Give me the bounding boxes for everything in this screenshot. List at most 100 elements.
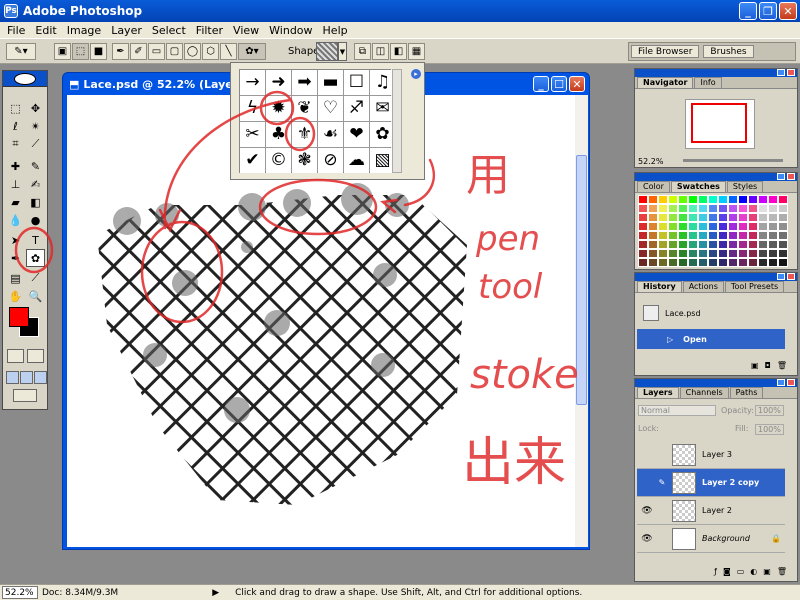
navigator-zoom-slider[interactable] — [683, 159, 783, 162]
color-swatch[interactable] — [768, 240, 778, 249]
tab-layers[interactable]: Layers — [637, 387, 679, 398]
color-swatch[interactable] — [728, 213, 738, 222]
shape-option[interactable]: ➜ — [266, 70, 291, 95]
color-swatch[interactable] — [638, 204, 648, 213]
color-swatch[interactable] — [678, 231, 688, 240]
color-swatch[interactable] — [718, 222, 728, 231]
history-minimize-button[interactable] — [777, 273, 785, 280]
zoom-field[interactable]: 52.2% — [2, 586, 38, 599]
line-tool-button[interactable]: ╲ — [220, 43, 237, 60]
layer-row[interactable]: ✎ Layer 2 copy — [637, 469, 785, 497]
color-swatch[interactable] — [738, 222, 748, 231]
status-menu-arrow-icon[interactable]: ▶ — [212, 588, 219, 598]
tab-channels[interactable]: Channels — [679, 387, 729, 398]
color-swatch[interactable] — [678, 204, 688, 213]
color-swatch[interactable] — [768, 249, 778, 258]
color-swatch[interactable] — [648, 231, 658, 240]
color-swatch[interactable] — [658, 204, 668, 213]
minimize-button[interactable]: _ — [739, 2, 757, 20]
custom-shape-tool-icon[interactable]: ✿ — [26, 249, 45, 267]
new-snapshot-icon[interactable]: ◘ — [765, 361, 771, 373]
color-swatch[interactable] — [708, 258, 718, 267]
shape-option[interactable]: ♣ — [266, 122, 291, 147]
color-swatch[interactable] — [768, 213, 778, 222]
menu-file[interactable]: File — [2, 24, 30, 37]
eraser-tool-icon[interactable]: ▰ — [6, 193, 25, 211]
layer-row[interactable]: 👁 Background 🔒 — [637, 525, 785, 553]
color-swatch[interactable] — [708, 195, 718, 204]
color-swatch[interactable] — [678, 213, 688, 222]
color-swatch[interactable] — [728, 222, 738, 231]
menu-edit[interactable]: Edit — [30, 24, 61, 37]
lasso-tool-icon[interactable]: ℓ — [6, 117, 25, 135]
layers-close-button[interactable] — [787, 379, 795, 386]
shape-option[interactable]: ✔ — [240, 148, 265, 173]
color-swatch[interactable] — [778, 240, 788, 249]
navigator-close-button[interactable] — [787, 69, 795, 76]
color-swatch[interactable] — [648, 222, 658, 231]
shape-option[interactable]: ☙ — [318, 122, 343, 147]
history-close-button[interactable] — [787, 273, 795, 280]
tab-paths[interactable]: Paths — [729, 387, 764, 398]
file-browser-tab[interactable]: File Browser — [631, 45, 700, 58]
menu-help[interactable]: Help — [318, 24, 353, 37]
color-swatch[interactable] — [638, 213, 648, 222]
menu-image[interactable]: Image — [62, 24, 106, 37]
tab-tool-presets[interactable]: Tool Presets — [724, 281, 785, 292]
layer-row[interactable]: Layer 3 — [637, 441, 785, 469]
color-swatch[interactable] — [758, 258, 768, 267]
history-snapshot[interactable]: Lace.psd — [637, 303, 785, 323]
notes-tool-icon[interactable]: ▤ — [6, 269, 25, 287]
color-swatch[interactable] — [688, 249, 698, 258]
color-swatch[interactable] — [778, 249, 788, 258]
hand-tool-icon[interactable]: ✋ — [6, 287, 25, 305]
color-swatch[interactable] — [718, 204, 728, 213]
color-swatch[interactable] — [688, 240, 698, 249]
color-swatch[interactable] — [728, 258, 738, 267]
navigator-minimize-button[interactable] — [777, 69, 785, 76]
polygon-tool-button[interactable]: ⬡ — [202, 43, 219, 60]
color-swatch[interactable] — [668, 258, 678, 267]
full-screen-mode-button[interactable] — [34, 371, 47, 384]
type-tool-icon[interactable]: T — [26, 231, 45, 249]
delete-layer-icon[interactable]: 🗑 — [777, 567, 787, 579]
layer-row[interactable]: 👁 Layer 2 — [637, 497, 785, 525]
color-swatch[interactable] — [688, 231, 698, 240]
layers-minimize-button[interactable] — [777, 379, 785, 386]
shape-option[interactable]: ⚜ — [292, 122, 317, 147]
color-swatch[interactable] — [678, 240, 688, 249]
shape-option[interactable]: ❤ — [344, 122, 369, 147]
eyedropper-tool-icon[interactable]: ⟋ — [26, 269, 45, 287]
color-swatch[interactable] — [738, 204, 748, 213]
color-swatch[interactable] — [698, 204, 708, 213]
tab-navigator[interactable]: Navigator — [637, 77, 694, 88]
color-swatch[interactable] — [738, 249, 748, 258]
menu-layer[interactable]: Layer — [106, 24, 147, 37]
color-swatch[interactable] — [728, 195, 738, 204]
color-swatch[interactable] — [768, 231, 778, 240]
color-swatch[interactable] — [718, 258, 728, 267]
full-screen-menu-mode-button[interactable] — [20, 371, 33, 384]
menu-select[interactable]: Select — [147, 24, 191, 37]
color-swatch[interactable] — [778, 204, 788, 213]
shape-layers-mode-button[interactable]: ▣ — [54, 43, 71, 60]
color-swatch[interactable] — [708, 249, 718, 258]
swatch-grid[interactable] — [638, 195, 788, 267]
brush-tool-icon[interactable]: ✎ — [26, 157, 45, 175]
color-swatch[interactable] — [718, 249, 728, 258]
shape-option[interactable]: ▬ — [318, 70, 343, 95]
fill-pixels-mode-button[interactable]: ■ — [90, 43, 107, 60]
color-swatch[interactable] — [678, 195, 688, 204]
color-swatch[interactable] — [658, 258, 668, 267]
color-swatch[interactable] — [668, 249, 678, 258]
navigator-zoom-value[interactable]: 52.2% — [638, 157, 663, 166]
color-swatch[interactable] — [638, 258, 648, 267]
menu-window[interactable]: Window — [264, 24, 317, 37]
custom-shape-tool-button[interactable]: ✿▾ — [238, 43, 266, 60]
tool-preset-picker[interactable]: ✎▾ — [6, 43, 36, 60]
color-swatch[interactable] — [698, 231, 708, 240]
zoom-tool-icon[interactable]: 🔍 — [26, 287, 45, 305]
color-swatch[interactable] — [708, 231, 718, 240]
swatches-close-button[interactable] — [787, 173, 795, 180]
healing-brush-tool-icon[interactable]: ✚ — [6, 157, 25, 175]
